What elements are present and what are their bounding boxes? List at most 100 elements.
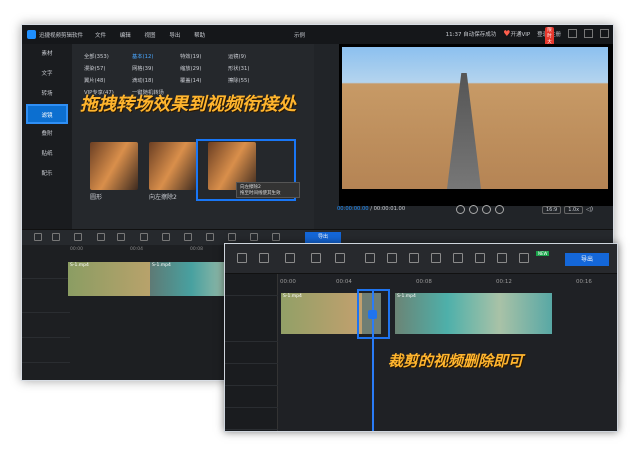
cut-icon[interactable] — [335, 253, 345, 263]
current-time: 00:00:00.00 — [337, 206, 369, 212]
crop-icon[interactable] — [140, 233, 148, 241]
close-icon[interactable] — [600, 29, 609, 38]
sidebar-item-transition[interactable]: 滤镜 — [26, 104, 68, 124]
tab-render[interactable]: 漫染(57) — [84, 64, 126, 72]
inset-toolbar: NEW 导出 — [225, 244, 617, 274]
ratio-select[interactable]: 16:9 — [542, 206, 562, 214]
sidebar-item-overlay[interactable]: 贴纸 — [22, 144, 72, 164]
redo-icon[interactable] — [259, 253, 269, 263]
tab-zoom[interactable]: 缩放(29) — [180, 64, 222, 72]
clip-name: S-1.mp4 — [283, 294, 302, 299]
next-frame-icon[interactable] — [495, 205, 504, 214]
delete-icon[interactable] — [285, 253, 295, 263]
clip-name: S-1.mp4 — [70, 263, 89, 268]
project-name: 示例 — [294, 33, 306, 39]
new-badge: NEW — [536, 251, 550, 256]
thumb-label: 圆形 — [90, 194, 103, 201]
sidebar-item-effects[interactable]: 转场 — [22, 84, 72, 104]
vip-button[interactable]: ♥开通VIP限时大促 — [503, 27, 554, 51]
tab-camera[interactable]: 运镜(9) — [228, 52, 270, 60]
sidebar-item-sticker[interactable]: 配乐 — [22, 164, 72, 184]
video-clip[interactable]: S-1.mp4 — [68, 262, 150, 296]
caption-delete-trimmed: 裁剪的视频删除即可 — [388, 352, 524, 370]
prev-frame-icon[interactable] — [482, 205, 491, 214]
audio-wave-icon[interactable] — [431, 253, 441, 263]
undo-icon[interactable] — [237, 253, 247, 263]
track-header-text — [225, 386, 278, 408]
clock-icon[interactable] — [453, 253, 463, 263]
sidebar-item-text[interactable]: 文字 — [22, 64, 72, 84]
export-button[interactable]: 导出 — [565, 253, 609, 266]
mic-icon[interactable] — [475, 253, 485, 263]
title-bar: 迅捷视频剪辑软件 文件 编辑 视图 导出 帮助 示例 11:37 自动保存成功 … — [22, 25, 613, 51]
tab-grid[interactable]: 网格(39) — [132, 64, 174, 72]
tab-cover[interactable]: 覆盖(14) — [180, 76, 222, 84]
video-clip[interactable]: S-1.mp4 — [150, 262, 233, 296]
mic-icon[interactable] — [250, 233, 258, 241]
total-time: 00:00:01.00 — [373, 206, 406, 212]
track-header-pip — [225, 342, 278, 364]
transition-thumb[interactable]: 向左擦除2 — [149, 142, 197, 201]
mosaic-icon[interactable] — [387, 253, 397, 263]
ruler-tick: 00:04 — [336, 279, 352, 285]
menu-view[interactable]: 视图 — [145, 33, 156, 39]
track-header-pip — [22, 295, 70, 313]
app-title: 迅捷视频剪辑软件 — [39, 32, 84, 39]
transition-panel: 全部(353) 基本(12) 特效(19) 运镜(9) 漫染(57) 网格(39… — [72, 44, 314, 229]
timecode: 00:00:00.00 / 00:00:01.00 — [337, 206, 406, 212]
sidebar-item-filter[interactable]: 叠附 — [22, 124, 72, 144]
tab-all[interactable]: 全部(353) — [84, 52, 126, 60]
cut-icon[interactable] — [117, 233, 125, 241]
ruler-tick: 00:08 — [190, 247, 203, 252]
edit-icon[interactable] — [311, 253, 321, 263]
add-track-icon[interactable] — [225, 274, 278, 296]
sidebar-item-media[interactable]: 素材 — [22, 44, 72, 64]
undo-icon[interactable] — [34, 233, 42, 241]
delete-icon[interactable] — [74, 233, 82, 241]
track-header-effect — [225, 364, 278, 386]
track-header-video — [22, 261, 70, 279]
playhead-handle[interactable] — [368, 310, 377, 319]
stop-icon[interactable] — [456, 205, 465, 214]
tab-wing[interactable]: 翼片(48) — [84, 76, 126, 84]
crop-icon[interactable] — [365, 253, 375, 263]
freeze-icon[interactable] — [184, 233, 192, 241]
ruler-tick: 00:12 — [496, 279, 512, 285]
mosaic-icon[interactable] — [162, 233, 170, 241]
tooltip-hint: 拖至时间线使其生效 — [240, 191, 281, 196]
inset-track-headers — [225, 274, 278, 431]
clip-name: S-1.mp4 — [152, 263, 171, 268]
tab-wipe[interactable]: 擦除(55) — [228, 76, 270, 84]
menu-help[interactable]: 帮助 — [194, 33, 205, 39]
export-button[interactable]: 导出 — [305, 232, 341, 243]
ruler-tick: 00:04 — [130, 247, 143, 252]
text-icon[interactable] — [272, 233, 280, 241]
menu-edit[interactable]: 编辑 — [120, 33, 131, 39]
transition-thumb[interactable]: 圆形 — [90, 142, 138, 201]
maximize-icon[interactable] — [584, 29, 593, 38]
track-header-video — [225, 296, 278, 342]
speed-select[interactable]: 1.0x — [564, 206, 584, 214]
tab-special[interactable]: 特效(19) — [180, 52, 222, 60]
menu-file[interactable]: 文件 — [95, 33, 106, 39]
ruler-tick: 00:16 — [576, 279, 592, 285]
tab-scroll[interactable]: 滴动(18) — [132, 76, 174, 84]
overlay-icon[interactable] — [519, 253, 529, 263]
minimize-icon[interactable] — [568, 29, 577, 38]
tab-shape[interactable]: 形状(31) — [228, 64, 270, 72]
video-clip[interactable]: S-1.mp4 — [281, 293, 362, 334]
edit-icon[interactable] — [97, 233, 105, 241]
play-icon[interactable] — [469, 205, 478, 214]
menu-export[interactable]: 导出 — [169, 33, 180, 39]
speed-icon[interactable] — [228, 233, 236, 241]
audio-wave-icon[interactable] — [206, 233, 214, 241]
video-clip[interactable]: S-1.mp4 — [395, 293, 552, 334]
redo-icon[interactable] — [52, 233, 60, 241]
thumb-label: 向左擦除2 — [149, 194, 177, 201]
freeze-icon[interactable] — [409, 253, 419, 263]
tab-basic[interactable]: 基本(12) — [132, 52, 174, 60]
ruler-tick: 00:00 — [280, 279, 296, 285]
volume-icon[interactable]: ◁) — [586, 206, 593, 214]
track-header-music — [225, 408, 278, 430]
text-icon[interactable] — [497, 253, 507, 263]
